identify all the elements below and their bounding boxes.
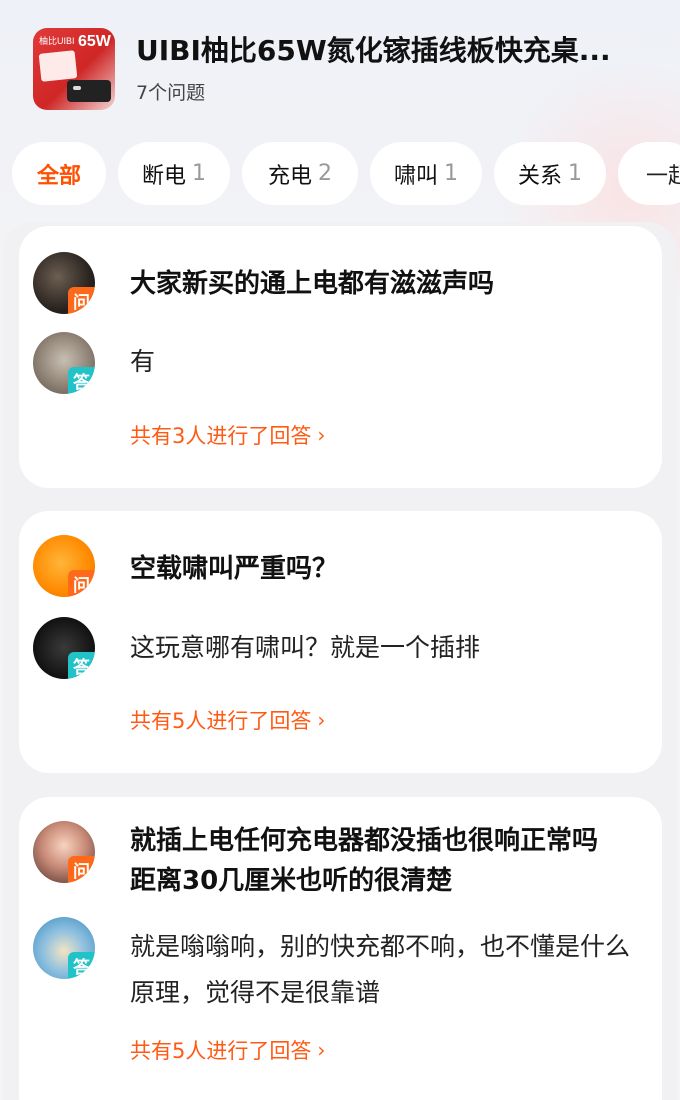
chevron-right-icon: › bbox=[317, 1038, 326, 1062]
question-count: 7个问题 bbox=[136, 81, 206, 104]
answerer-avatar: 答 bbox=[33, 617, 95, 679]
chevron-right-icon: › bbox=[317, 423, 326, 447]
answer-count-text: 共有5人进行了回答 bbox=[130, 1039, 312, 1063]
qa-card[interactable]: 问 就插上电任何充电器都没插也很响正常吗 距离30几厘米也听的很清楚 答 就是嗡… bbox=[19, 797, 662, 1100]
tab-label: 断电 bbox=[141, 163, 186, 189]
tab-power-off[interactable]: 断电 1 bbox=[118, 142, 230, 205]
qa-page: 柚比UIBI 65W UIBI柚比65W氮化镓插线板快充桌... 7个问题 全部… bbox=[0, 0, 680, 1100]
answerer-avatar: 答 bbox=[33, 332, 95, 394]
asker-avatar: 问 bbox=[33, 535, 95, 597]
tab-count: 1 bbox=[444, 161, 458, 186]
answer-text: 就是嗡嗡响，别的快充都不响，也不懂是什么原理，觉得不是很靠谱 bbox=[130, 932, 631, 1007]
asker-avatar: 问 bbox=[33, 252, 95, 314]
product-header[interactable]: 柚比UIBI 65W UIBI柚比65W氮化镓插线板快充桌... 7个问题 bbox=[33, 27, 663, 111]
view-answers-link[interactable]: 共有5人进行了回答 › bbox=[130, 1035, 325, 1065]
qa-card[interactable]: 问 空载啸叫严重吗？ 答 这玩意哪有啸叫？就是一个插排 共有5人进行了回答 › bbox=[19, 511, 662, 773]
chevron-right-icon: › bbox=[317, 708, 326, 732]
qa-card[interactable]: 问 大家新买的通上电都有滋滋声吗 答 有 共有3人进行了回答 › bbox=[19, 226, 662, 488]
tab-all[interactable]: 全部 bbox=[12, 142, 106, 205]
thumb-wattage: 65W bbox=[78, 33, 111, 50]
product-title[interactable]: UIBI柚比65W氮化镓插线板快充桌... bbox=[136, 34, 611, 68]
ask-badge: 问 bbox=[68, 570, 95, 597]
asker-avatar: 问 bbox=[33, 821, 95, 883]
thumb-package bbox=[38, 50, 78, 82]
question-text: 就插上电任何充电器都没插也很响正常吗 距离30几厘米也听的很清楚 bbox=[130, 826, 599, 896]
tab-label: 关系 bbox=[517, 163, 562, 189]
thumb-brand: 柚比UIBI bbox=[39, 36, 75, 46]
view-answers-link[interactable]: 共有5人进行了回答 › bbox=[130, 705, 325, 735]
tab-count: 1 bbox=[568, 161, 582, 186]
header-text: UIBI柚比65W氮化镓插线板快充桌... 7个问题 bbox=[136, 34, 611, 105]
answerer-avatar: 答 bbox=[33, 917, 95, 979]
product-thumbnail[interactable]: 柚比UIBI 65W bbox=[33, 28, 115, 110]
answer-badge: 答 bbox=[68, 652, 95, 679]
tab-relation[interactable]: 关系 1 bbox=[494, 142, 606, 205]
answer-count-text: 共有3人进行了回答 bbox=[130, 424, 312, 448]
filter-tabs: 全部 断电 1 充电 2 啸叫 1 关系 1 一起 bbox=[12, 142, 680, 205]
ask-badge: 问 bbox=[68, 287, 95, 314]
question-text: 大家新买的通上电都有滋滋声吗 bbox=[130, 269, 495, 299]
tab-label: 全部 bbox=[36, 163, 81, 189]
thumb-device bbox=[67, 80, 111, 102]
answer-badge: 答 bbox=[68, 367, 95, 394]
tab-together[interactable]: 一起 bbox=[618, 142, 680, 205]
tab-count: 1 bbox=[192, 161, 206, 186]
tab-label: 充电 bbox=[267, 163, 312, 189]
answer-text: 有 bbox=[130, 347, 156, 376]
tab-label: 一起 bbox=[646, 163, 680, 189]
view-answers-link[interactable]: 共有3人进行了回答 › bbox=[130, 420, 325, 450]
tab-charging[interactable]: 充电 2 bbox=[242, 142, 358, 205]
answer-text: 这玩意哪有啸叫？就是一个插排 bbox=[130, 633, 481, 662]
answer-count-text: 共有5人进行了回答 bbox=[130, 709, 312, 733]
tab-count: 2 bbox=[318, 161, 332, 186]
tab-whine[interactable]: 啸叫 1 bbox=[370, 142, 482, 205]
ask-badge: 问 bbox=[68, 856, 95, 883]
question-text: 空载啸叫严重吗？ bbox=[130, 554, 339, 584]
tab-label: 啸叫 bbox=[393, 163, 438, 189]
answer-badge: 答 bbox=[68, 952, 95, 979]
